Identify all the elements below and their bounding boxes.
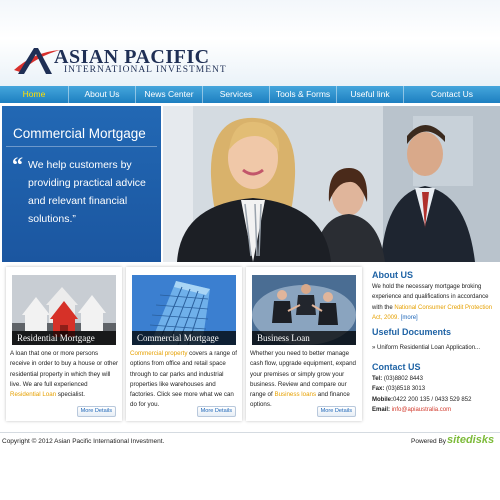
hero-photo: [163, 106, 500, 262]
nav-services[interactable]: Services: [203, 86, 269, 103]
email-row: Email: info@apiaustralia.com: [372, 405, 498, 415]
box-caption: Business Loan: [252, 331, 356, 345]
hero-divider: [6, 146, 157, 147]
nav-useful-link[interactable]: Useful link: [337, 86, 403, 103]
contact-details: Tel: (03)8802 8443 Fax: (03)8518 3013 Mo…: [372, 374, 498, 415]
header: ASIAN PACIFIC INTERNATIONAL INVESTMENT: [0, 0, 500, 86]
hero-banner: Commercial Mortgage “ We help customers …: [0, 106, 500, 263]
nav-home[interactable]: Home: [0, 86, 68, 103]
sitedisks-logo[interactable]: sitedisks: [447, 434, 494, 446]
email-label: Email:: [372, 407, 391, 414]
side-column: About US We hold the necessary mortgage …: [372, 270, 498, 415]
mobile-row: Mobile:0422 200 135 / 0433 529 852: [372, 395, 498, 405]
box-caption: Residential Mortgage: [12, 331, 116, 345]
hero-quote: We help customers by providing practical…: [28, 159, 146, 225]
tel-label: Tel:: [372, 376, 383, 383]
fax-value: (03)8518 3013: [386, 386, 426, 393]
business-team-image: [163, 106, 500, 262]
business-loan-image: Business Loan: [252, 275, 356, 345]
hero-title: Commercial Mortgage: [13, 126, 146, 141]
document-link[interactable]: » Uniform Residential Loan Application..…: [372, 345, 498, 351]
footer-divider: [0, 432, 500, 433]
hero-panel: Commercial Mortgage “ We help customers …: [2, 106, 161, 262]
about-more-link[interactable]: [more]: [401, 315, 418, 321]
documents-heading: Useful Documents: [372, 327, 452, 338]
commercial-property-link[interactable]: Commercial property: [130, 350, 187, 357]
brand-subtitle: INTERNATIONAL INVESTMENT: [64, 65, 227, 75]
residential-loan-link[interactable]: Residential Loan: [10, 391, 56, 398]
email-link[interactable]: info@apiaustralia.com: [392, 407, 451, 413]
more-details-button[interactable]: More Details: [316, 406, 356, 417]
quote-icon: “: [12, 152, 23, 177]
copyright: Copyright © 2012 Asian Pacific Internati…: [2, 438, 165, 445]
tel-row: Tel: (03)8802 8443: [372, 374, 498, 384]
box-text: covers a range of options from office an…: [130, 350, 237, 409]
mobile-value: 0422 200 135 / 0433 529 852: [393, 396, 472, 403]
residential-mortgage-image: Residential Mortgage: [12, 275, 116, 345]
contact-heading: Contact US: [372, 362, 421, 373]
nav-tools-forms[interactable]: Tools & Forms: [270, 86, 336, 103]
business-loan-card: Business Loan Whether you need to better…: [246, 267, 362, 421]
commercial-mortgage-card: Commercial Mortgage Commercial property …: [126, 267, 242, 421]
residential-mortgage-card: Residential Mortgage A loan that one or …: [6, 267, 122, 421]
powered-by-label: Powered By: [411, 438, 447, 445]
more-details-button[interactable]: More Details: [76, 406, 116, 417]
about-text: We hold the necessary mortgage broking e…: [372, 282, 498, 323]
box-caption: Commercial Mortgage: [132, 331, 236, 345]
box-text: A loan that one or more persons receive …: [10, 350, 119, 388]
nav-contact-us[interactable]: Contact Us: [404, 86, 500, 103]
fax-label: Fax:: [372, 386, 385, 393]
box-description: A loan that one or more persons receive …: [10, 349, 118, 400]
commercial-mortgage-image: Commercial Mortgage: [132, 275, 236, 345]
business-loans-link[interactable]: Business loans: [274, 391, 316, 398]
box-description: Commercial property covers a range of op…: [130, 349, 238, 411]
about-heading: About US: [372, 270, 413, 280]
tel-value: (03)8802 8443: [383, 376, 423, 383]
fax-row: Fax: (03)8518 3013: [372, 384, 498, 394]
nav-news-center[interactable]: News Center: [136, 86, 202, 103]
box-text: specialist.: [56, 391, 85, 399]
main-nav: Home About Us News Center Services Tools…: [0, 86, 500, 103]
mobile-label: Mobile:: [372, 396, 393, 403]
box-description: Whether you need to better manage cash f…: [250, 349, 358, 411]
more-details-button[interactable]: More Details: [196, 406, 236, 417]
nav-about-us[interactable]: About Us: [69, 86, 135, 103]
